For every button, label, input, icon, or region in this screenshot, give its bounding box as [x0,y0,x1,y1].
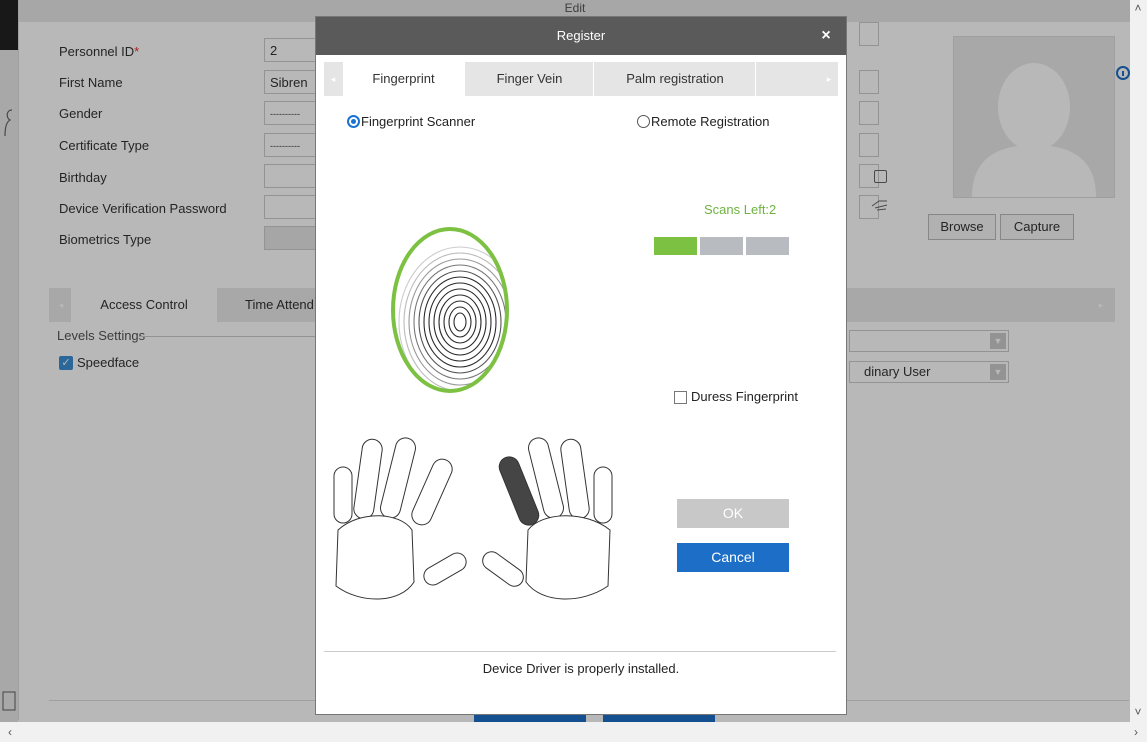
close-icon[interactable]: × [816,17,836,55]
scroll-right-icon[interactable]: › [1128,724,1144,740]
driver-status-message: Device Driver is properly installed. [482,661,680,676]
duress-fingerprint-label: Duress Fingerprint [691,389,798,404]
remote-registration-radio[interactable] [637,115,650,128]
tab-scroll-right-icon[interactable]: ▸ [820,62,838,96]
cancel-button[interactable]: Cancel [677,543,789,572]
left-pinky-finger[interactable] [333,466,353,524]
tab-scroll-left-icon[interactable]: ◂ [324,62,342,96]
tab-finger-vein[interactable]: Finger Vein [466,62,594,96]
horizontal-scrollbar[interactable]: ‹ › [0,722,1147,742]
biometric-tabs: ◂ Fingerprint Finger Vein Palm registrat… [324,62,838,96]
remote-registration-label: Remote Registration [651,114,770,129]
right-palm [525,515,611,600]
right-thumb[interactable] [479,548,527,590]
scan-progress-segment [746,237,789,255]
hands-diagram [333,436,613,600]
scans-left-counter: Scans Left:2 [704,202,777,217]
left-ring-finger[interactable] [353,438,384,520]
register-dialog-title: Register [556,28,606,43]
tab-palm-registration[interactable]: Palm registration [595,62,756,96]
left-palm [335,515,415,600]
right-pinky-finger[interactable] [593,466,613,524]
scan-progress-segment [700,237,743,255]
left-index-finger[interactable] [409,456,456,528]
fingerprint-scanner-radio[interactable] [347,115,360,128]
register-dialog: Register × ◂ Fingerprint Finger Vein Pal… [316,17,846,714]
ok-button[interactable]: OK [677,499,789,528]
vertical-scrollbar[interactable]: ˄ ˅ [1130,0,1147,722]
right-ring-finger[interactable] [560,438,591,520]
divider [324,651,836,652]
scroll-down-icon[interactable]: ˅ [1130,704,1146,720]
fingerprint-scanner-label: Fingerprint Scanner [361,114,476,129]
scroll-up-icon[interactable]: ˄ [1130,0,1146,16]
duress-fingerprint-checkbox[interactable] [674,391,687,404]
register-dialog-header: Register × [316,17,846,55]
scan-progress-segment [654,237,697,255]
tab-fingerprint[interactable]: Fingerprint [343,62,465,96]
left-middle-finger[interactable] [378,436,417,520]
fingerprint-preview [391,227,509,393]
left-thumb[interactable] [421,550,470,589]
scroll-left-icon[interactable]: ‹ [2,724,18,740]
